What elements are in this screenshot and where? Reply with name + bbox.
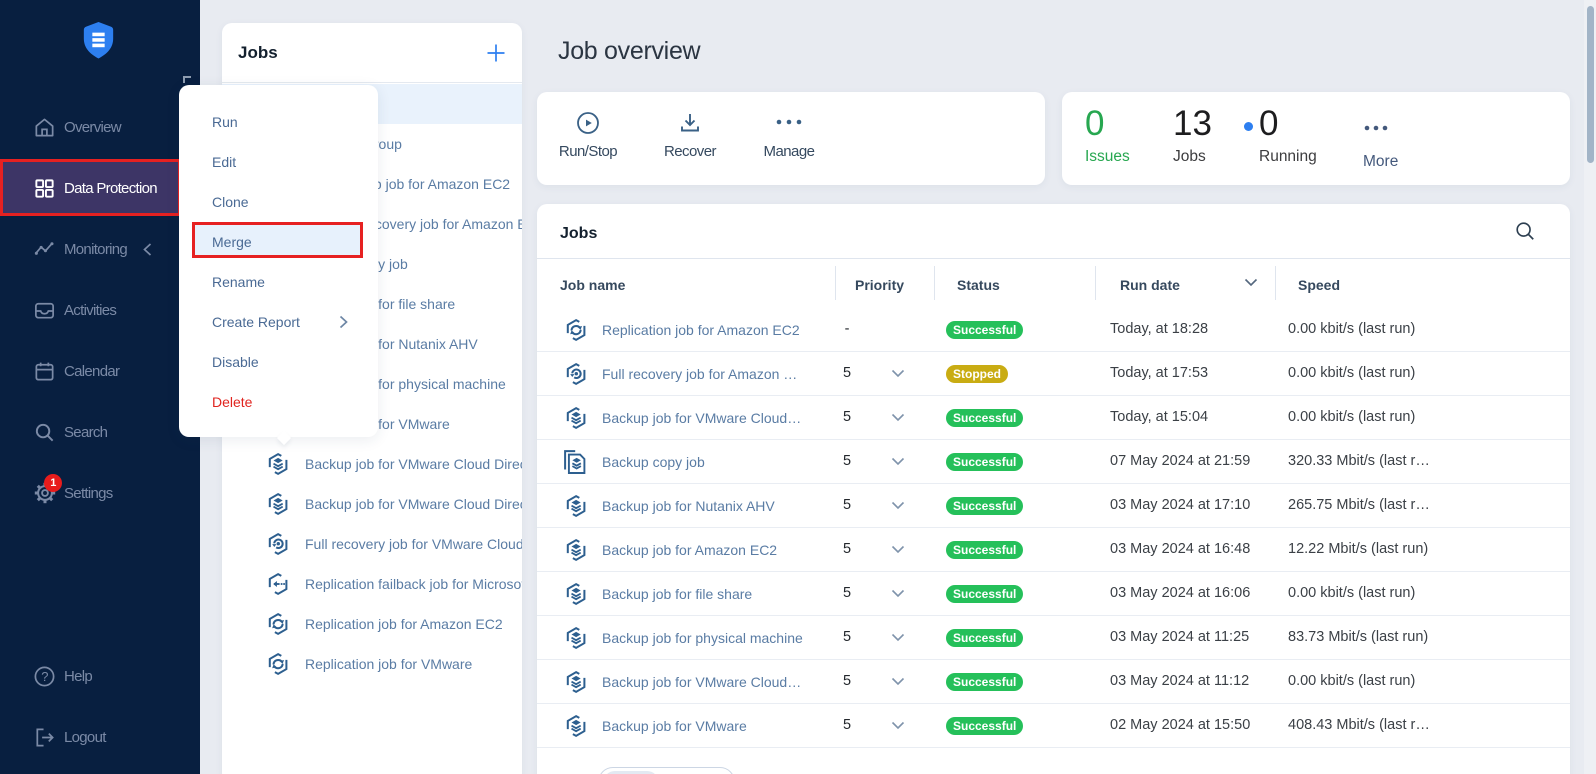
svg-text:?: ?	[41, 669, 48, 684]
